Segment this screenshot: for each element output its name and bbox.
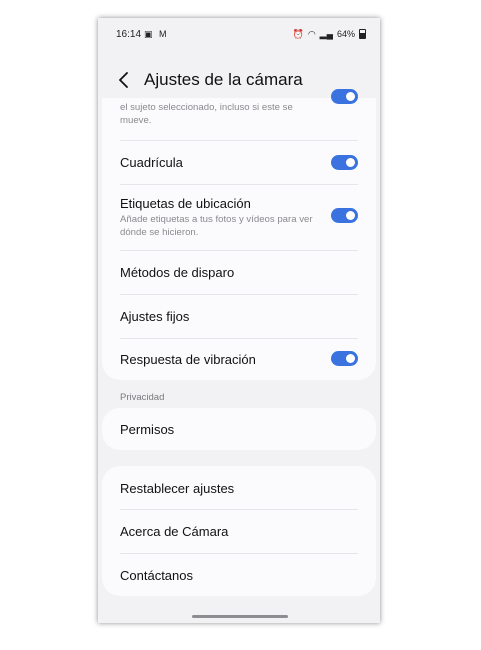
privacy-card: Permisos xyxy=(102,408,376,450)
divider xyxy=(120,250,358,251)
divider xyxy=(120,338,358,339)
phone-screen: 16:14 ▣ M ⏰ ◠ ▂▄ 64% Ajustes de la cámar… xyxy=(98,18,380,623)
signal-icon: ▂▄ xyxy=(319,29,333,39)
battery-percent: 64% xyxy=(336,29,355,39)
divider xyxy=(120,184,358,185)
location-tags-row[interactable]: Etiquetas de ubicación Añade etiquetas a… xyxy=(120,186,358,250)
permissions-row[interactable]: Permisos xyxy=(120,408,358,450)
reset-settings-row[interactable]: Restablecer ajustes xyxy=(120,466,358,509)
about-camera-row[interactable]: Acerca de Cámara xyxy=(120,510,358,553)
status-right-icons: ⏰ ◠ ▂▄ 64% xyxy=(293,29,366,39)
battery-icon xyxy=(359,29,366,39)
tracking-desc: el sujeto seleccionado, incluso si este … xyxy=(120,102,293,126)
fixed-settings-label: Ajustes fijos xyxy=(120,309,190,324)
location-tags-toggle[interactable] xyxy=(331,208,358,223)
privacy-section-label: Privacidad xyxy=(120,392,165,403)
permissions-label: Permisos xyxy=(120,422,175,437)
tracking-toggle[interactable] xyxy=(331,89,358,104)
location-tags-desc: Añade etiquetas a tus fotos y vídeos par… xyxy=(120,214,313,238)
alarm-icon: ⏰ xyxy=(292,29,304,39)
divider xyxy=(120,294,358,295)
shooting-methods-row[interactable]: Métodos de disparo xyxy=(120,252,358,294)
divider xyxy=(120,140,358,141)
page-title: Ajustes de la cámara xyxy=(144,70,303,89)
vibration-feedback-label: Respuesta de vibración xyxy=(120,352,256,367)
vibration-feedback-toggle[interactable] xyxy=(331,351,358,366)
home-indicator[interactable] xyxy=(192,615,288,618)
settings-card: el sujeto seleccionado, incluso si este … xyxy=(102,89,376,380)
fixed-settings-row[interactable]: Ajustes fijos xyxy=(120,296,358,338)
reset-settings-label: Restablecer ajustes xyxy=(120,481,235,496)
back-button[interactable] xyxy=(116,68,132,92)
wifi-icon: ◠ xyxy=(307,29,316,39)
vibration-feedback-row[interactable]: Respuesta de vibración xyxy=(120,340,358,380)
contact-us-label: Contáctanos xyxy=(120,568,193,583)
notification-icons: ▣ M xyxy=(144,29,169,39)
about-camera-label: Acerca de Cámara xyxy=(120,524,229,539)
tracking-row-partial[interactable]: el sujeto seleccionado, incluso si este … xyxy=(120,89,358,132)
misc-card: Restablecer ajustes Acerca de Cámara Con… xyxy=(102,466,376,596)
chevron-left-icon xyxy=(119,72,128,88)
contact-us-row[interactable]: Contáctanos xyxy=(120,554,358,596)
grid-toggle[interactable] xyxy=(331,155,358,170)
status-bar: 16:14 ▣ M ⏰ ◠ ▂▄ 64% xyxy=(98,18,380,50)
shooting-methods-label: Métodos de disparo xyxy=(120,265,235,280)
status-time: 16:14 xyxy=(116,29,142,40)
location-tags-label: Etiquetas de ubicación xyxy=(120,196,251,211)
grid-row[interactable]: Cuadrícula xyxy=(120,142,358,184)
grid-label: Cuadrícula xyxy=(120,155,183,170)
